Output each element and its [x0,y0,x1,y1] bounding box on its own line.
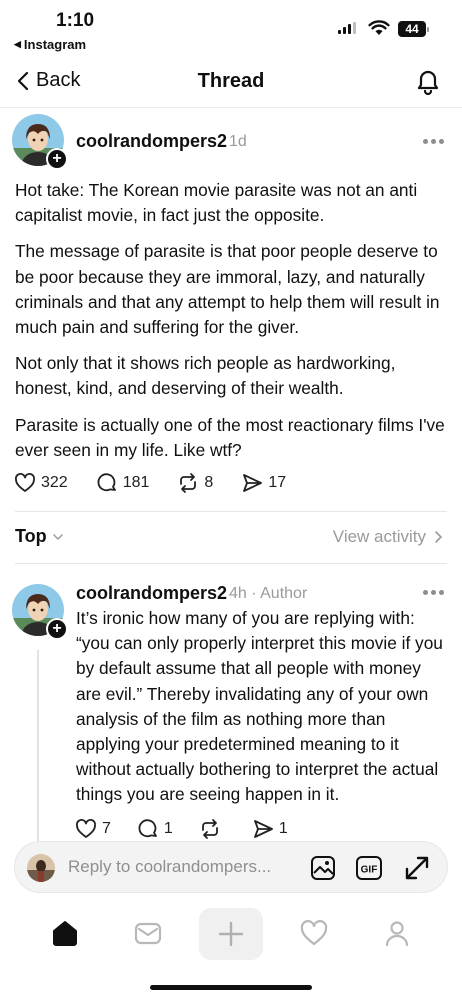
post-header: + coolrandompers2 1d [12,114,452,170]
more-options-icon[interactable] [423,136,449,146]
post-paragraph: Hot take: The Korean movie parasite was … [15,180,418,226]
image-icon[interactable] [309,854,337,882]
home-icon [53,921,77,946]
reply-actions: 7 1 1 [75,818,288,840]
share-button[interactable]: 17 [241,472,286,494]
like-button[interactable]: 322 [14,472,68,494]
heart-icon [300,920,328,946]
profile-icon [385,921,409,947]
post-paragraph: The message of parasite is that poor peo… [15,241,440,338]
follow-plus-button[interactable]: + [46,148,68,170]
follow-plus-button[interactable]: + [46,618,68,640]
status-bar: 1:10 ◀ Instagram 44 [0,0,462,56]
tab-inbox[interactable] [118,905,178,961]
repost-count: 8 [204,474,214,491]
status-time: 1:10 [56,10,95,31]
composer-avatar [27,854,55,882]
heart-icon [15,473,35,492]
repost-icon [201,819,218,839]
comment-icon [97,473,116,492]
reply-like-count: 7 [102,820,111,837]
wifi-icon [368,20,390,35]
post-age: 1d [229,133,247,150]
reply-body: It’s ironic how many of you are replying… [76,608,443,805]
reply-like-button[interactable]: 7 [75,818,111,840]
share-icon [243,474,263,492]
tab-activity[interactable] [284,905,344,961]
comment-button[interactable]: 181 [96,472,150,494]
reply-repost-button[interactable] [199,818,226,840]
tab-bar [0,905,462,965]
reply-more-options-icon[interactable] [423,587,449,597]
back-triangle-icon: ◀ [14,39,21,49]
reply-share-button[interactable]: 1 [252,818,288,840]
view-activity-link[interactable]: View activity [333,527,443,547]
gif-icon[interactable]: GIF [355,854,383,882]
chevron-right-icon [435,531,443,543]
nav-bar: Back Thread [0,56,462,108]
comment-count: 181 [122,474,150,491]
chevron-down-icon [52,533,63,540]
home-indicator [150,985,312,990]
reply-comment-count: 1 [163,820,173,837]
reply-share-count: 1 [278,820,288,837]
share-count: 17 [268,474,287,491]
reply-username[interactable]: coolrandompers2 [76,583,227,604]
expand-icon[interactable] [403,854,431,882]
inbox-icon [134,922,162,945]
share-icon [253,820,273,838]
sort-dropdown[interactable]: Top [15,526,64,547]
cellular-signal-icon [338,22,356,34]
thread-line [37,650,39,845]
reply-composer[interactable]: Reply to coolrandompers... GIF [14,841,448,893]
bell-icon[interactable] [414,67,442,97]
divider [15,563,447,564]
battery-level: 44 [398,21,426,37]
post-actions: 322 181 8 17 [14,472,286,494]
svg-text:GIF: GIF [361,865,378,876]
repost-button[interactable]: 8 [177,472,213,494]
back-to-app-link[interactable]: ◀ Instagram [14,37,86,52]
repost-icon [180,473,197,493]
tab-profile[interactable] [367,905,427,961]
tab-create[interactable] [199,908,263,960]
comment-icon [138,819,157,838]
reply-input[interactable]: Reply to coolrandompers... [68,857,298,877]
tab-home[interactable] [35,905,95,961]
back-to-app-label: Instagram [23,37,87,52]
reply-comment-button[interactable]: 1 [137,818,173,840]
reply-meta: 4h · Author [229,585,308,602]
sort-row: Top View activity [15,526,447,550]
battery-icon: 44 [398,21,430,37]
page-title: Thread [197,70,265,92]
sort-label: Top [15,526,47,546]
post-username[interactable]: coolrandompers2 [76,131,227,152]
post-body: Hot take: The Korean movie parasite was … [15,178,447,474]
heart-icon [76,819,96,838]
post-paragraph: Not only that it shows rich people as ha… [15,353,396,399]
divider [15,511,447,512]
like-count: 322 [41,474,68,491]
post-paragraph: Parasite is actually one of the most rea… [15,414,445,460]
plus-icon [218,921,244,947]
view-activity-label: View activity [332,527,426,546]
